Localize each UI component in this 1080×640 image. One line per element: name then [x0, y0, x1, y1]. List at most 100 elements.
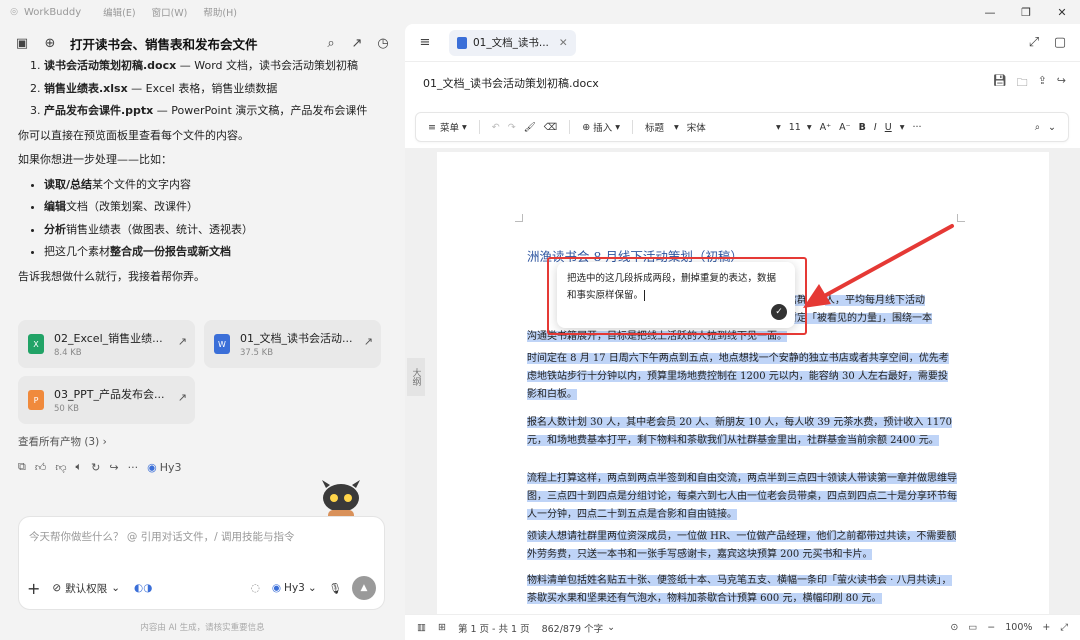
fit-width-icon[interactable]: ⤢: [1060, 622, 1068, 633]
refresh-icon[interactable]: ↻: [91, 461, 100, 474]
chevron-down-icon[interactable]: ⌄: [607, 622, 615, 633]
window-controls: — ❐ ✕: [972, 0, 1080, 24]
close-window-button[interactable]: ✕: [1044, 0, 1080, 24]
permission-label: 默认权限: [65, 582, 108, 595]
file-list-name: 销售业绩表.xlsx: [44, 81, 128, 95]
suggestion-bold: 编辑: [44, 200, 66, 213]
message-actions: ⧉ 👍︎ 👎︎ 🔈︎ ↻ ↪ ··· ◉ Hy3: [18, 460, 181, 474]
tab-document[interactable]: 01_文档_读书... ✕: [449, 29, 576, 56]
page-view-icon[interactable]: ▥: [417, 622, 426, 633]
redo-icon[interactable]: ↷: [508, 122, 516, 133]
folder-icon[interactable]: 🗀: [1017, 74, 1028, 93]
list-item: 读取/总结某个文件的文字内容: [44, 177, 388, 194]
share-icon[interactable]: ↪: [1057, 74, 1066, 93]
speaker-icon[interactable]: 🔈︎: [76, 460, 83, 474]
decrease-font-icon[interactable]: A⁻: [839, 122, 851, 133]
plugin-icon[interactable]: ◐◑: [134, 582, 152, 594]
view-all-outputs-link[interactable]: 查看所有产物 (3) ›: [18, 434, 107, 449]
thumbs-down-icon[interactable]: 👎︎: [55, 461, 66, 474]
document-page: 洲渔读书会 8 月线下活动策划（初稿） 前微信群人，平均每月线下活动 主题暂定「…: [437, 152, 1049, 614]
permission-selector[interactable]: ⊘ 默认权限 ⌄: [52, 581, 120, 596]
more-icon[interactable]: ···: [128, 461, 139, 474]
maximize-button[interactable]: ❐: [1008, 0, 1044, 24]
insert-button[interactable]: ⊕ 插入 ▾: [582, 120, 620, 135]
menu-help[interactable]: 帮助(H): [203, 5, 237, 19]
new-chat-icon[interactable]: ⊕: [40, 33, 60, 53]
close-tab-icon[interactable]: ✕: [559, 37, 568, 49]
file-card-excel[interactable]: X 02_Excel_销售业绩... 8.4 KB ↗: [18, 320, 195, 368]
model-tag: ◉ Hy3: [147, 461, 181, 474]
share-icon[interactable]: ↗: [347, 33, 367, 53]
crop-mark: [515, 214, 523, 222]
zoom-controls: ⊙ ▭ − 100% + ⤢: [950, 622, 1068, 633]
increase-font-icon[interactable]: A⁺: [820, 122, 832, 133]
chat-input[interactable]: 今天帮你做些什么？ @ 引用对话文件，/ 调用技能与指令: [29, 529, 295, 544]
microphone-icon[interactable]: 🎙︎: [329, 582, 342, 595]
bold-icon[interactable]: B: [859, 122, 866, 133]
search-icon[interactable]: ⌕: [321, 33, 341, 53]
open-arrow-icon[interactable]: ↗: [178, 391, 187, 404]
save-icon[interactable]: 💾︎: [993, 74, 1007, 93]
menu-lines-icon[interactable]: ≡: [415, 33, 435, 53]
collapse-toolbar-icon[interactable]: ⌄: [1048, 122, 1056, 133]
zoom-out-icon[interactable]: −: [987, 622, 995, 633]
font-size-select[interactable]: 11 ▾: [789, 122, 812, 133]
selected-text: 流程上打算这样，两点到两点半签到和自由交流，两点半到三点四十领读人带读第一章并做…: [527, 473, 957, 520]
chevron-down-icon: ▾: [775, 121, 781, 133]
file-list-desc: — Excel 表格，销售业绩数据: [127, 81, 278, 95]
minimize-button[interactable]: —: [972, 0, 1008, 24]
model-selector[interactable]: ◉ Hy3 ⌄: [272, 582, 317, 594]
document-name: 01_文档_读书会活动策划初稿.docx: [423, 77, 599, 90]
upload-icon[interactable]: ⇪: [1038, 74, 1047, 93]
doc-paragraph: 物料清单包括姓名贴五十张、便签纸十本、马克笔五支、横幅一条印「萤火读书会 · 八…: [527, 572, 957, 608]
sidebar-toggle-icon[interactable]: ▣: [12, 33, 32, 53]
expand-icon[interactable]: ⤢: [1024, 33, 1044, 53]
zoom-level[interactable]: 100%: [1005, 622, 1032, 633]
file-card-word[interactable]: W 01_文档_读书会活动... 37.5 KB ↗: [204, 320, 381, 368]
outline-tab[interactable]: 大纲: [407, 358, 425, 396]
undo-icon[interactable]: ↶: [492, 122, 500, 133]
read-mode-icon[interactable]: ▭: [968, 622, 977, 633]
play-icon[interactable]: ⊙: [950, 622, 958, 633]
copy-icon[interactable]: ⧉: [18, 460, 26, 474]
selected-text: 报名人数计划 30 人，其中老会员 20 人、新朋友 10 人，每人收 39 元…: [527, 417, 952, 446]
share-icon[interactable]: ↪: [109, 461, 118, 474]
menu-button[interactable]: ≡ 菜单 ▾: [428, 120, 467, 135]
chevron-down-icon[interactable]: ▾: [900, 122, 905, 133]
send-button[interactable]: ▲: [352, 576, 376, 600]
layout-icon[interactable]: ⊞: [438, 622, 446, 633]
menu-window[interactable]: 窗口(W): [152, 5, 188, 19]
editor-toolbar: ≡ 菜单 ▾ ↶ ↷ 🖌︎ ⌫ ⊕ 插入 ▾ 标题 ▾ 宋体 ▾ 11 ▾ A⁺ A⁻ B I…: [415, 112, 1069, 142]
menu-edit[interactable]: 编辑(E): [103, 5, 135, 19]
menu-lines-icon: ≡: [428, 121, 436, 133]
style-select[interactable]: 标题 ▾: [645, 120, 679, 135]
doc-paragraph: 时间定在 8 月 17 日周六下午两点到五点，地点想找一个安静的独立书店或者共享…: [527, 350, 957, 404]
search-icon[interactable]: ⌕: [1035, 122, 1040, 133]
doc-paragraph: 流程上打算这样，两点到两点半签到和自由交流，两点半到三点四十领读人带读第一章并做…: [527, 470, 957, 524]
toolbar-divider: [631, 120, 633, 134]
eraser-icon[interactable]: ⌫: [544, 122, 557, 133]
add-attachment-icon[interactable]: +: [27, 579, 40, 598]
more-icon[interactable]: ···: [912, 122, 921, 133]
file-name: 03_PPT_产品发布会...: [54, 388, 165, 401]
toolbar-divider: [478, 120, 480, 134]
list-item: 销售业绩表.xlsx — Excel 表格，销售业绩数据: [44, 81, 388, 98]
chevron-down-icon: ⌄: [111, 582, 121, 594]
list-item: 产品发布会课件.pptx — PowerPoint 演示文稿，产品发布会课件: [44, 103, 388, 120]
zoom-in-icon[interactable]: +: [1042, 622, 1050, 633]
panel-layout-icon[interactable]: ▢: [1050, 33, 1070, 53]
open-arrow-icon[interactable]: ↗: [364, 335, 373, 348]
history-icon[interactable]: ◷: [373, 33, 393, 53]
word-count: 862/879 个字: [541, 623, 604, 635]
underline-icon[interactable]: U: [885, 122, 892, 133]
open-arrow-icon[interactable]: ↗: [178, 335, 187, 348]
font-select[interactable]: 宋体 ▾: [687, 120, 781, 135]
selected-text: 时间定在 8 月 17 日周六下午两点到五点，地点想找一个安静的独立书店或者共享…: [527, 353, 949, 400]
italic-icon[interactable]: I: [874, 122, 877, 133]
format-painter-icon[interactable]: 🖌︎: [524, 122, 536, 133]
file-list-name: 读书会活动策划初稿.docx: [44, 59, 177, 72]
list-item: 把这几个素材整合成一份报告或新文档: [44, 244, 388, 261]
selected-text: 物料清单包括姓名贴五十张、便签纸十本、马克笔五支、横幅一条印「萤火读书会 · 八…: [527, 575, 952, 604]
file-card-ppt[interactable]: P 03_PPT_产品发布会... 50 KB ↗: [18, 376, 195, 424]
thumbs-up-icon[interactable]: 👍︎: [35, 461, 47, 474]
